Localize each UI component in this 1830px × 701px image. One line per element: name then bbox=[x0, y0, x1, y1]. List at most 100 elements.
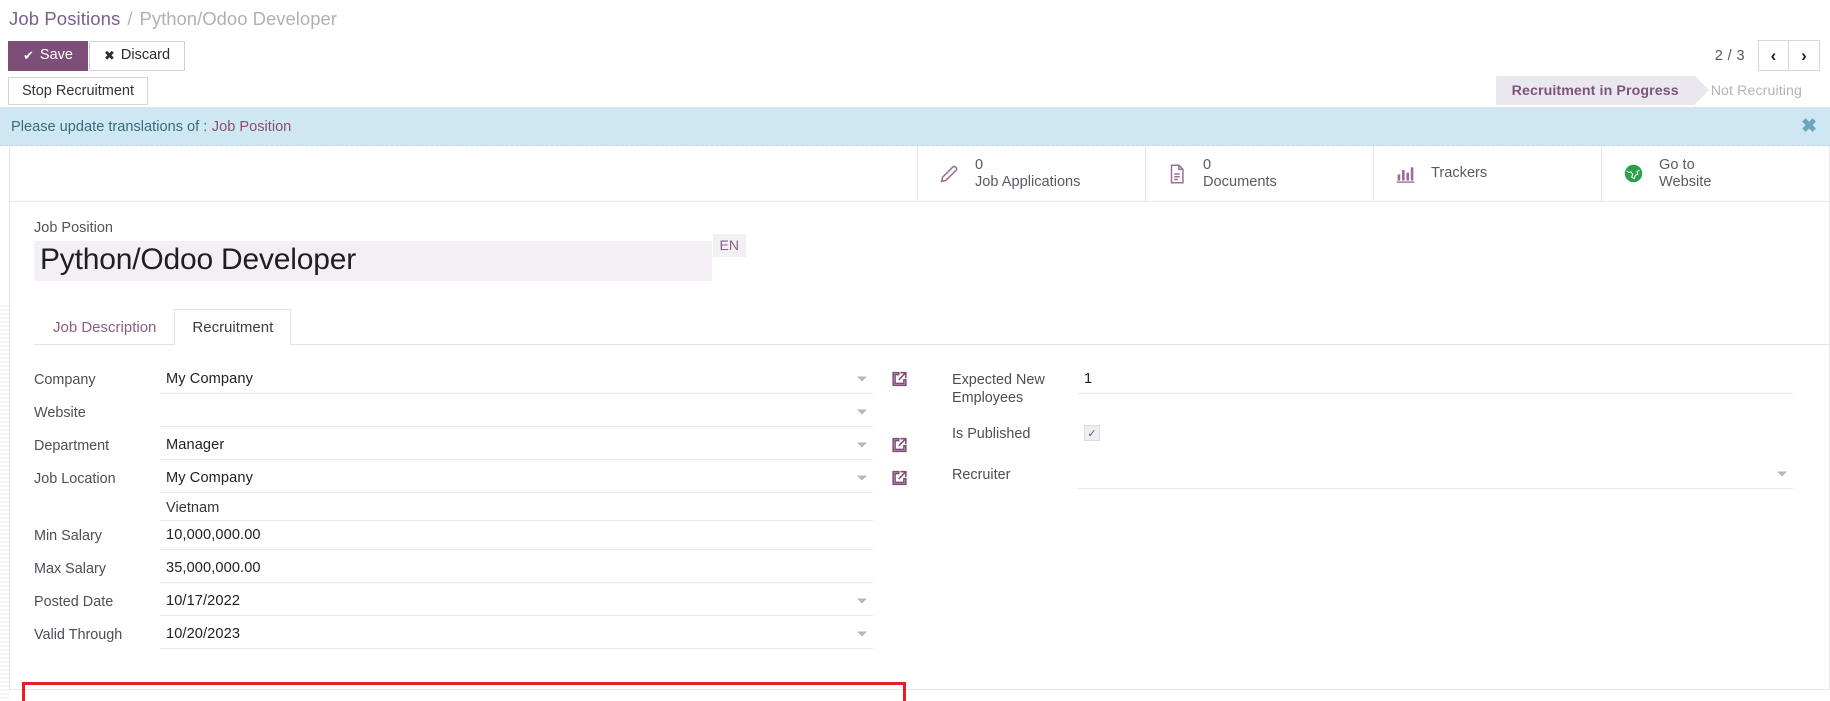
field-value-max-salary[interactable]: 35,000,000.00 bbox=[160, 554, 873, 583]
chevron-down-icon[interactable] bbox=[857, 410, 867, 415]
alert-message: Please update translations of : bbox=[11, 119, 207, 135]
pencil-icon bbox=[936, 161, 962, 187]
notebook-tabs: Job Description Recruitment bbox=[34, 309, 1829, 345]
form-column-right: Expected New Employees 1 Is Published ✓ bbox=[915, 365, 1815, 653]
field-value-is-published[interactable]: ✓ bbox=[1078, 419, 1793, 448]
breadcrumb: Job Positions / Python/Odoo Developer bbox=[0, 0, 1830, 37]
stat-value: 0 bbox=[1203, 157, 1277, 173]
field-value-valid-through[interactable]: 10/20/2023 bbox=[160, 620, 873, 649]
chevron-left-icon: ‹ bbox=[1771, 46, 1777, 66]
control-panel: ✔ Save ✖ Discard 2 / 3 ‹ › bbox=[0, 37, 1830, 74]
stat-button-job-applications[interactable]: 0 Job Applications bbox=[917, 146, 1145, 201]
posted-date-value: 10/17/2022 bbox=[166, 593, 240, 609]
status-bar-row: Stop Recruitment Recruitment in Progress… bbox=[0, 74, 1830, 108]
stat-value: 0 bbox=[975, 157, 1080, 173]
expected-new-employees-value: 1 bbox=[1084, 371, 1092, 387]
field-value-min-salary[interactable]: 10,000,000.00 bbox=[160, 521, 873, 550]
job-location-value: My Company bbox=[166, 470, 253, 486]
job-position-name-input[interactable] bbox=[34, 241, 712, 281]
chevron-down-icon[interactable] bbox=[857, 632, 867, 637]
form-sheet: 0 Job Applications 0 Documents bbox=[9, 146, 1830, 690]
chevron-down-icon[interactable] bbox=[857, 377, 867, 382]
record-pager: 2 / 3 ‹ › bbox=[1715, 40, 1820, 71]
stat-button-bar: 0 Job Applications 0 Documents bbox=[10, 146, 1829, 202]
field-value-posted-date[interactable]: 10/17/2022 bbox=[160, 587, 873, 616]
field-label-company: Company bbox=[10, 365, 160, 390]
field-row-max-salary: Max Salary 35,000,000.00 bbox=[10, 554, 915, 587]
job-location-country-value: Vietnam bbox=[160, 497, 873, 521]
field-label-posted-date: Posted Date bbox=[10, 587, 160, 612]
field-row-posted-date: Posted Date 10/17/2022 bbox=[10, 587, 915, 620]
pager-previous-button[interactable]: ‹ bbox=[1758, 40, 1789, 71]
breadcrumb-separator: / bbox=[127, 8, 132, 30]
external-link-icon[interactable] bbox=[890, 370, 909, 389]
alert-job-position-link[interactable]: Job Position bbox=[212, 119, 292, 135]
field-label-website: Website bbox=[10, 398, 160, 423]
chevron-down-icon[interactable] bbox=[857, 599, 867, 604]
left-scroll-gutter bbox=[0, 305, 9, 701]
stat-label: Job Applications bbox=[975, 174, 1080, 190]
bar-chart-icon bbox=[1392, 161, 1418, 187]
company-value: My Company bbox=[166, 371, 253, 387]
title-field: EN bbox=[34, 241, 746, 281]
stat-text: 0 Job Applications bbox=[975, 157, 1080, 190]
pager-counter: 2 / 3 bbox=[1715, 48, 1745, 64]
field-value-website[interactable] bbox=[160, 398, 873, 427]
is-published-checkbox[interactable]: ✓ bbox=[1084, 425, 1100, 441]
field-value-expected-new-employees[interactable]: 1 bbox=[1078, 365, 1793, 394]
annotation-highlight-box bbox=[22, 682, 906, 701]
x-icon: ✖ bbox=[104, 49, 115, 62]
field-value-recruiter[interactable] bbox=[1078, 460, 1793, 489]
breadcrumb-root-link[interactable]: Job Positions bbox=[9, 8, 120, 30]
chevron-down-icon[interactable] bbox=[857, 443, 867, 448]
stat-button-documents[interactable]: 0 Documents bbox=[1145, 146, 1373, 201]
pager-next-button[interactable]: › bbox=[1789, 40, 1820, 71]
close-icon[interactable]: ✖ bbox=[1801, 117, 1817, 136]
label-line1: Expected New bbox=[952, 372, 1045, 388]
breadcrumb-current: Python/Odoo Developer bbox=[139, 8, 336, 30]
field-value-department[interactable]: Manager bbox=[160, 431, 873, 460]
save-button[interactable]: ✔ Save bbox=[8, 41, 88, 71]
status-stage-recruitment-in-progress[interactable]: Recruitment in Progress bbox=[1496, 76, 1695, 105]
chevron-right-icon: › bbox=[1801, 46, 1807, 66]
field-label-expected-new-employees: Expected New Employees bbox=[928, 365, 1078, 408]
field-row-website: Website bbox=[10, 398, 915, 431]
chevron-down-icon[interactable] bbox=[857, 476, 867, 481]
stat-label: Trackers bbox=[1431, 165, 1487, 181]
save-button-label: Save bbox=[40, 48, 73, 63]
field-value-job-location[interactable]: My Company bbox=[160, 464, 873, 493]
valid-through-value: 10/20/2023 bbox=[166, 626, 240, 642]
field-row-department: Department Manager bbox=[10, 431, 915, 464]
field-label-max-salary: Max Salary bbox=[10, 554, 160, 579]
stat-text: Go to Website bbox=[1659, 157, 1711, 190]
document-icon bbox=[1164, 161, 1190, 187]
check-icon: ✔ bbox=[23, 49, 34, 62]
status-stage-not-recruiting[interactable]: Not Recruiting bbox=[1695, 76, 1818, 105]
status-bar: Recruitment in Progress Not Recruiting bbox=[1496, 74, 1818, 107]
tab-job-description[interactable]: Job Description bbox=[35, 309, 174, 345]
external-link-icon[interactable] bbox=[890, 469, 909, 488]
stat-text: Trackers bbox=[1431, 165, 1487, 181]
field-label-valid-through: Valid Through bbox=[10, 620, 160, 645]
sub-value-wrapper: Vietnam bbox=[160, 497, 915, 521]
field-row-expected-new-employees: Expected New Employees 1 bbox=[928, 365, 1815, 408]
tab-recruitment[interactable]: Recruitment bbox=[174, 309, 291, 345]
field-row-job-location: Job Location My Company bbox=[10, 464, 915, 497]
field-row-valid-through: Valid Through 10/20/2023 bbox=[10, 620, 915, 653]
discard-button[interactable]: ✖ Discard bbox=[89, 41, 185, 71]
label-line2: Employees bbox=[952, 390, 1023, 406]
stat-label-line2: Website bbox=[1659, 174, 1711, 190]
field-row-job-location-country: Vietnam bbox=[10, 497, 915, 521]
language-badge[interactable]: EN bbox=[713, 234, 746, 257]
external-link-icon[interactable] bbox=[890, 436, 909, 455]
form-column-left: Company My Company Website bbox=[10, 365, 915, 653]
stop-recruitment-button[interactable]: Stop Recruitment bbox=[8, 77, 148, 105]
stat-button-go-to-website[interactable]: Go to Website bbox=[1601, 146, 1829, 201]
translation-alert: Please update translations of : Job Posi… bbox=[0, 108, 1830, 146]
discard-button-label: Discard bbox=[121, 48, 170, 63]
field-label-is-published: Is Published bbox=[928, 419, 1078, 444]
field-row-is-published: Is Published ✓ bbox=[928, 419, 1815, 452]
field-value-company[interactable]: My Company bbox=[160, 365, 873, 394]
chevron-down-icon[interactable] bbox=[1777, 471, 1787, 476]
stat-button-trackers[interactable]: Trackers bbox=[1373, 146, 1601, 201]
